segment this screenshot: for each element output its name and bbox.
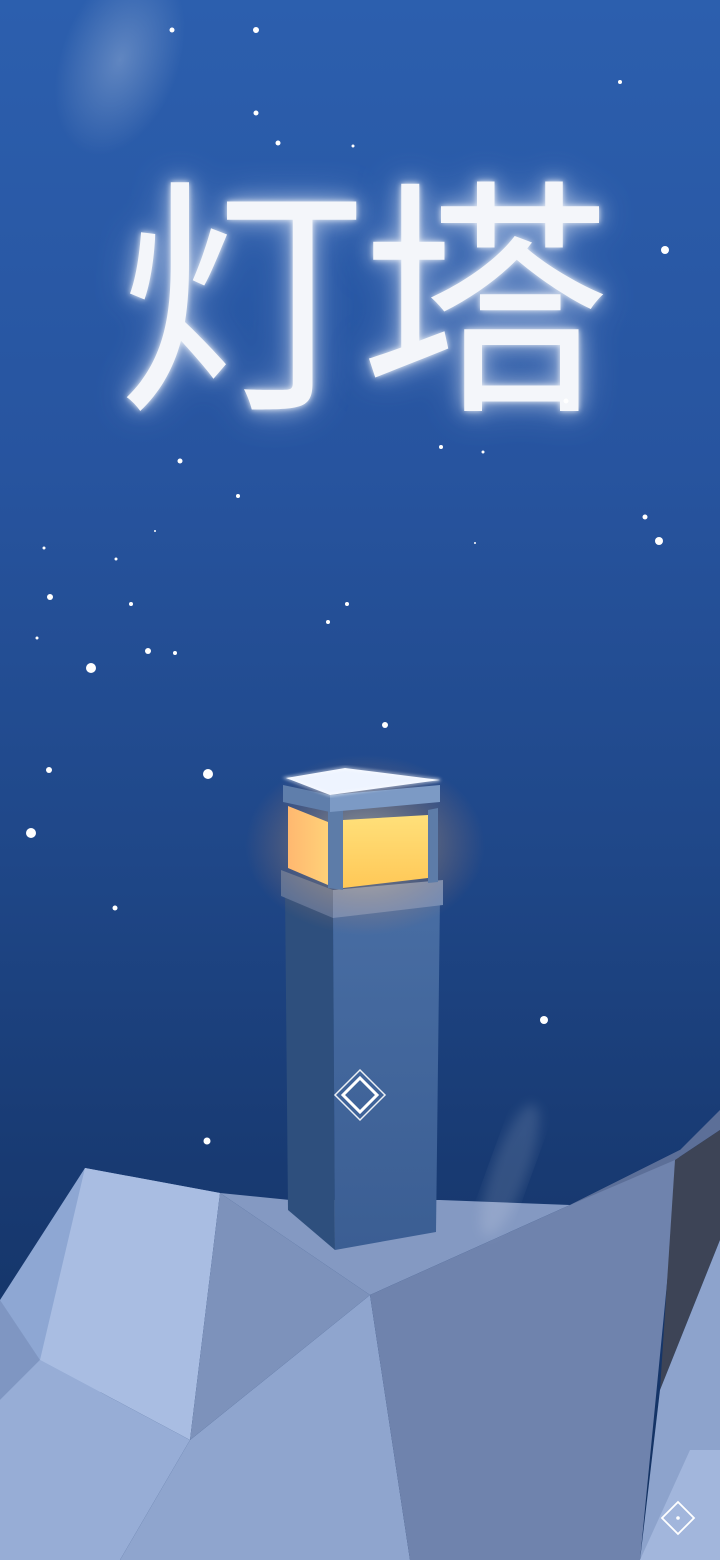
small-diamond-icon[interactable] <box>660 1500 696 1536</box>
diamond-icon[interactable] <box>333 1068 387 1122</box>
game-title: 灯塔 <box>116 159 610 450</box>
lighthouse-tower <box>245 755 485 1250</box>
game-scene[interactable]: 灯塔 <box>0 0 720 1560</box>
